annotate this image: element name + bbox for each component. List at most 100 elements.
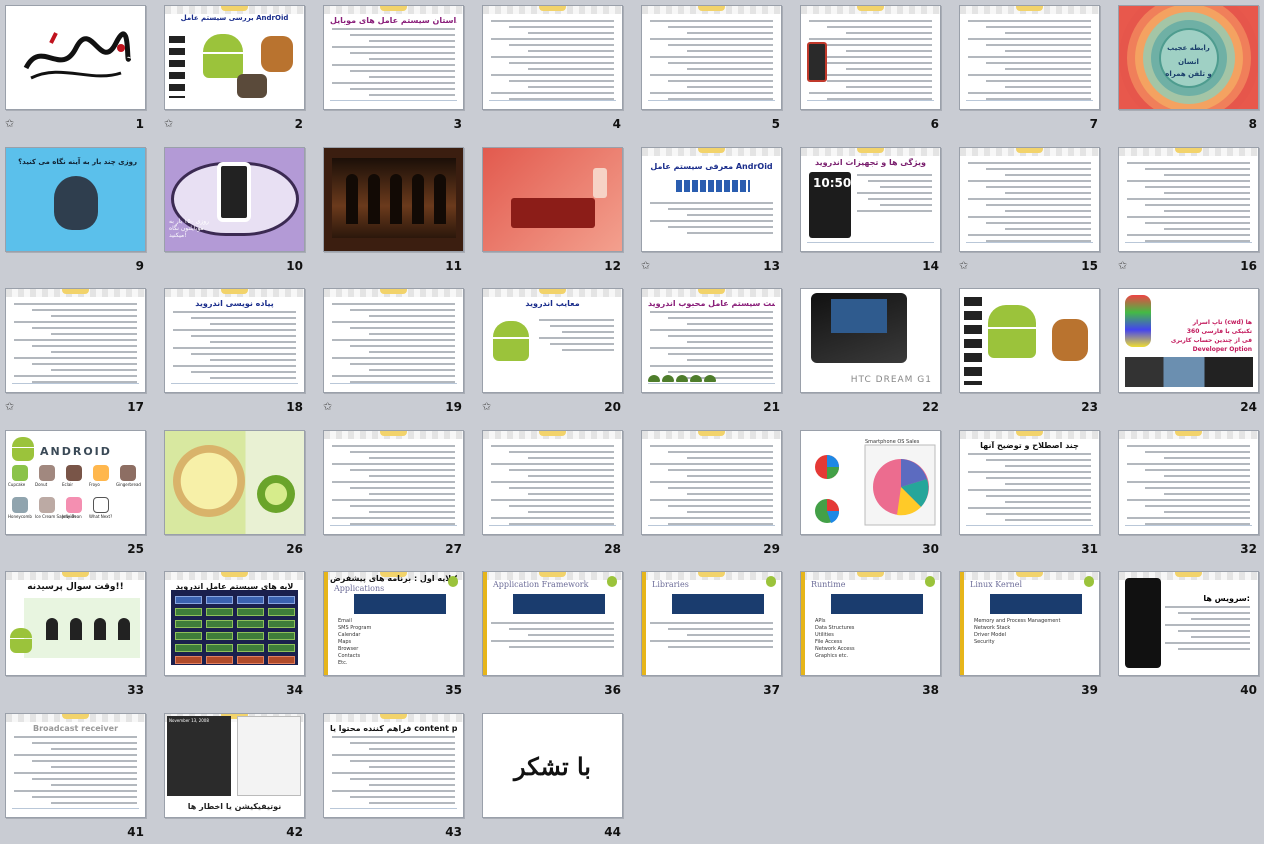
- slide-thumbnail-31[interactable]: چند اصطلاح و توضیح آنها 31: [959, 429, 1100, 556]
- slide-thumbnail-10[interactable]: روزی ۱۵۰ بار به موبایلتون نگاه میکنید! 10: [164, 146, 305, 273]
- slide-thumbnail-35[interactable]: لایه اول : برنامه های پیشفرض GappsApplic…: [323, 571, 464, 697]
- slide-thumbnail-12[interactable]: 12: [482, 146, 623, 273]
- slide-12[interactable]: [482, 146, 623, 252]
- animation-star-icon[interactable]: ✩: [164, 118, 176, 130]
- slide-thumbnail-16[interactable]: 16 ✩: [1118, 146, 1259, 273]
- slide-17[interactable]: [5, 288, 146, 394]
- slide-1[interactable]: [5, 5, 146, 110]
- slide-thumbnail-44[interactable]: با تشکر 44: [482, 712, 623, 839]
- slide-22[interactable]: HTC DREAM G1: [800, 288, 941, 394]
- animation-star-icon[interactable]: ✩: [5, 401, 17, 413]
- slide-14[interactable]: ویژگی ها و تجهیزات اندروید 10:50: [800, 146, 941, 252]
- slide-thumbnail-24[interactable]: تاپ اسرار (cwd) ها تکنیکی با فارسی 360 فی …: [1118, 288, 1259, 414]
- slide-thumbnail-15[interactable]: 15 ✩: [959, 146, 1100, 273]
- slide-thumbnail-7[interactable]: 7: [959, 5, 1100, 131]
- slide-32[interactable]: [1118, 429, 1259, 535]
- slide-43[interactable]: فراهم کننده محتوا یا content provider: [323, 712, 464, 818]
- bottom-rule: [171, 383, 298, 385]
- slide-thumbnail-26[interactable]: 26: [164, 429, 305, 556]
- slide-28[interactable]: [482, 429, 623, 535]
- slide-33[interactable]: وقت سوال پرسیدنه!!: [5, 571, 146, 677]
- slide-thumbnail-4[interactable]: 4: [482, 5, 623, 131]
- slide-thumbnail-32[interactable]: 32: [1118, 429, 1259, 556]
- slide-thumbnail-39[interactable]: Linux Kernel Memory and Process Managemen…: [959, 571, 1100, 697]
- slide-thumbnail-20[interactable]: معایب اندروید 20 ✩: [482, 288, 623, 414]
- slide-thumbnail-27[interactable]: 27: [323, 429, 464, 556]
- slide-thumbnail-8[interactable]: رابطه عجیب انسان و تلفن همراه 8: [1118, 5, 1259, 131]
- slide-23[interactable]: [959, 288, 1100, 394]
- slide-thumbnail-6[interactable]: 6: [800, 5, 941, 131]
- slide-30[interactable]: Smartphone OS Sales: [800, 429, 941, 535]
- slide-thumbnail-33[interactable]: وقت سوال پرسیدنه!! 33: [5, 571, 146, 697]
- slide-8[interactable]: رابطه عجیب انسان و تلفن همراه: [1118, 5, 1259, 110]
- slide-39[interactable]: Linux Kernel Memory and Process Managemen…: [959, 571, 1100, 677]
- slide-21[interactable]: سرگذشت سیستم عامل محبوب اندروید: [641, 288, 782, 394]
- slide-7[interactable]: [959, 5, 1100, 110]
- slide-20[interactable]: معایب اندروید: [482, 288, 623, 394]
- slide-thumbnail-29[interactable]: 29: [641, 429, 782, 556]
- slide-4[interactable]: [482, 5, 623, 110]
- slide-thumbnail-21[interactable]: سرگذشت سیستم عامل محبوب اندروید 21: [641, 288, 782, 414]
- slide-thumbnail-43[interactable]: فراهم کننده محتوا یا content provider 43: [323, 712, 464, 839]
- slide-41[interactable]: Broadcast receiver: [5, 712, 146, 818]
- slide-44[interactable]: با تشکر: [482, 712, 623, 818]
- slide-thumbnail-41[interactable]: Broadcast receiver 41: [5, 712, 146, 839]
- slide-thumbnail-28[interactable]: 28: [482, 429, 623, 556]
- slide-thumbnail-14[interactable]: ویژگی ها و تجهیزات اندروید 10:50 14: [800, 146, 941, 273]
- slide-thumbnail-30[interactable]: Smartphone OS Sales 30: [800, 429, 941, 556]
- mail-list-screenshot: [237, 715, 301, 796]
- layer-list-item: File Access: [815, 639, 843, 646]
- slide-3[interactable]: داستان سیستم عامل های موبایل: [323, 5, 464, 110]
- slide-thumbnail-25[interactable]: ANDROID Cupcake Donut Eclair Froyo Gingerbrea…: [5, 429, 146, 556]
- slide-2[interactable]: بررسی سیستم عامل AndrOid: [164, 5, 305, 110]
- slide-38[interactable]: Runtime APIs Data Structures Utilities File …: [800, 571, 941, 677]
- slide-13[interactable]: معرفی سیستم عامل AndrOid: [641, 146, 782, 252]
- slide-11[interactable]: [323, 146, 464, 252]
- slide-thumbnail-37[interactable]: Libraries 37: [641, 571, 782, 697]
- slide-thumbnail-22[interactable]: HTC DREAM G1 22: [800, 288, 941, 414]
- slide-26[interactable]: [164, 429, 305, 535]
- slide-thumbnail-13[interactable]: معرفی سیستم عامل AndrOid 13 ✩: [641, 146, 782, 273]
- animation-star-icon[interactable]: ✩: [482, 401, 494, 413]
- slide-thumbnail-11[interactable]: 11: [323, 146, 464, 273]
- slide-thumbnail-34[interactable]: لایه های سیستم عامل اندروید 34: [164, 571, 305, 697]
- slide-6[interactable]: [800, 5, 941, 110]
- slide-9[interactable]: روزی چند بار به آینه نگاه می کنید؟: [5, 146, 146, 252]
- slide-title: ویژگی ها و تجهیزات اندروید: [814, 157, 926, 167]
- slide-29[interactable]: [641, 429, 782, 535]
- slide-18[interactable]: پیاده نویسی اندروید: [164, 288, 305, 394]
- slide-24[interactable]: تاپ اسرار (cwd) ها تکنیکی با فارسی 360 فی …: [1118, 288, 1259, 394]
- slide-thumbnail-2[interactable]: بررسی سیستم عامل AndrOid 2 ✩: [164, 5, 305, 131]
- slide-thumbnail-23[interactable]: 23: [959, 288, 1100, 414]
- slide-thumbnail-9[interactable]: روزی چند بار به آینه نگاه می کنید؟ 9: [5, 146, 146, 273]
- slide-42[interactable]: November 13, 2008 نوتیفیکیشن یا اخطار ها: [164, 712, 305, 818]
- animation-star-icon[interactable]: ✩: [5, 118, 17, 130]
- slide-thumbnail-17[interactable]: 17 ✩: [5, 288, 146, 414]
- slide-40[interactable]: سرویس ها:: [1118, 571, 1259, 677]
- slide-34[interactable]: لایه های سیستم عامل اندروید: [164, 571, 305, 677]
- slide-37[interactable]: Libraries: [641, 571, 782, 677]
- slide-thumbnail-36[interactable]: Application Framework 36: [482, 571, 623, 697]
- slide-35[interactable]: لایه اول : برنامه های پیشفرض GappsApplic…: [323, 571, 464, 677]
- slide-5[interactable]: [641, 5, 782, 110]
- slide-25[interactable]: ANDROID Cupcake Donut Eclair Froyo Gingerbrea…: [5, 429, 146, 535]
- animation-star-icon[interactable]: ✩: [959, 259, 971, 272]
- slide-27[interactable]: [323, 429, 464, 535]
- slide-10[interactable]: روزی ۱۵۰ بار به موبایلتون نگاه میکنید!: [164, 146, 305, 252]
- slide-thumbnail-1[interactable]: 1 ✩: [5, 5, 146, 131]
- animation-star-icon[interactable]: ✩: [1118, 259, 1130, 272]
- slide-19[interactable]: [323, 288, 464, 394]
- slide-15[interactable]: [959, 146, 1100, 252]
- slide-31[interactable]: چند اصطلاح و توضیح آنها: [959, 429, 1100, 535]
- slide-16[interactable]: [1118, 146, 1259, 252]
- slide-thumbnail-5[interactable]: 5: [641, 5, 782, 131]
- slide-thumbnail-40[interactable]: سرویس ها: 40: [1118, 571, 1259, 697]
- slide-thumbnail-3[interactable]: داستان سیستم عامل های موبایل 3: [323, 5, 464, 131]
- animation-star-icon[interactable]: ✩: [641, 259, 653, 272]
- animation-star-icon[interactable]: ✩: [323, 401, 335, 413]
- slide-thumbnail-18[interactable]: پیاده نویسی اندروید 18: [164, 288, 305, 414]
- slide-thumbnail-38[interactable]: Runtime APIs Data Structures Utilities File …: [800, 571, 941, 697]
- slide-thumbnail-42[interactable]: November 13, 2008 نوتیفیکیشن یا اخطار ها 4…: [164, 712, 305, 839]
- slide-thumbnail-19[interactable]: 19 ✩: [323, 288, 464, 414]
- slide-36[interactable]: Application Framework: [482, 571, 623, 677]
